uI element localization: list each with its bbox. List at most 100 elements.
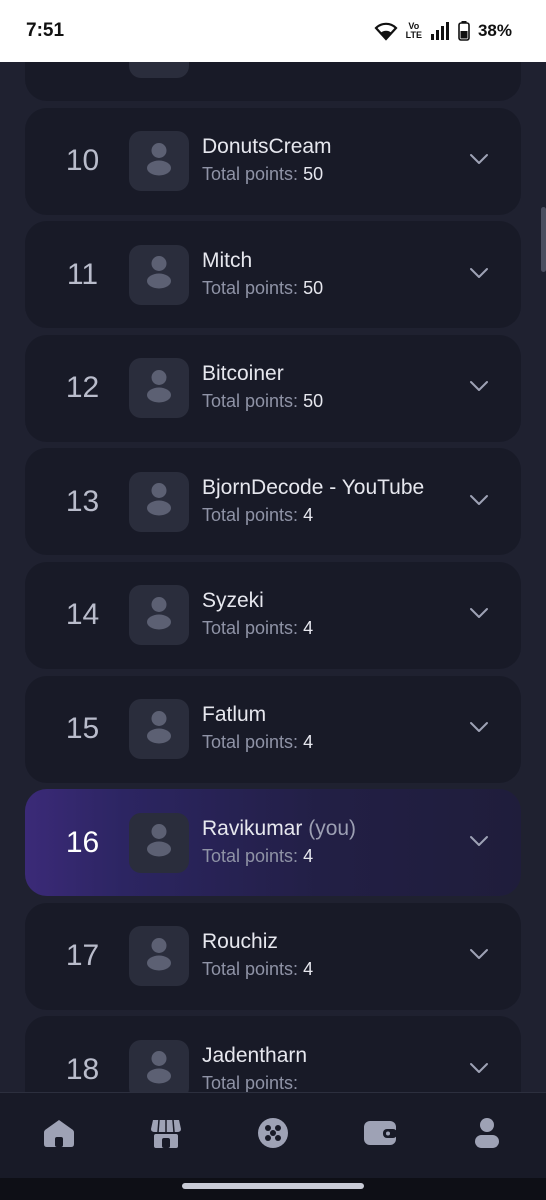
user-placeholder-icon: [146, 823, 172, 862]
leaderboard-row[interactable]: 12 Bitcoiner Total points: 50: [25, 334, 521, 442]
user-info: Bitcoiner Total points: 50: [202, 361, 449, 415]
nav-profile-button[interactable]: [452, 1106, 522, 1166]
leaderboard-row[interactable]: 11 Mitch Total points: 50: [25, 221, 521, 329]
rank-number: 11: [66, 257, 99, 291]
nav-home-button[interactable]: [24, 1106, 94, 1166]
user-info: BjornDecode - YouTube Total points: 4: [202, 475, 449, 529]
points-value: 4: [303, 845, 314, 866]
leaderboard-row[interactable]: 17 Rouchiz Total points: 4: [25, 902, 521, 1010]
chevron-down-icon: [469, 606, 489, 624]
expand-button[interactable]: [449, 379, 509, 397]
user-info: Jadentharn Total points:: [202, 1043, 449, 1092]
rank-number: 12: [65, 371, 100, 405]
wallet-icon: [363, 1119, 397, 1152]
rank-number: 10: [65, 144, 100, 178]
avatar: [129, 926, 189, 987]
user-name: Bitcoiner: [202, 361, 449, 387]
volte-indicator: Vo LTE: [405, 21, 422, 40]
expand-button[interactable]: [449, 493, 509, 511]
leaderboard-row-current-user[interactable]: 16 Ravikumar (you) Total points: 4: [25, 789, 521, 897]
rank-number: 14: [65, 598, 100, 632]
chevron-down-icon: [469, 379, 489, 397]
nav-games-button[interactable]: [238, 1106, 308, 1166]
user-info: DonutsCream Total points: 50: [202, 134, 449, 188]
points-label: Total points:: [202, 618, 299, 639]
avatar: [129, 812, 189, 873]
total-points: Total points: 4: [202, 614, 449, 642]
user-name-text: DonutsCream: [202, 135, 332, 159]
user-placeholder-icon: [146, 255, 172, 294]
leaderboard-row[interactable]: 10 DonutsCream Total points: 50: [25, 107, 521, 215]
user-info: Rouchiz Total points: 4: [202, 929, 449, 983]
leaderboard-row[interactable]: 15 Fatlum Total points: 4: [25, 675, 521, 783]
expand-button[interactable]: [449, 606, 509, 624]
points-value: 4: [303, 732, 314, 753]
nav-wallet-button[interactable]: [345, 1106, 415, 1166]
points-label: Total points:: [202, 504, 299, 525]
user-name-text: BjornDecode - YouTube: [202, 475, 425, 499]
user-name-text: Bitcoiner: [202, 362, 284, 386]
points-label: Total points:: [202, 164, 299, 185]
user-name-text: Ravikumar: [202, 816, 303, 840]
total-points: Total points: 4: [202, 501, 449, 529]
expand-button[interactable]: [449, 266, 509, 284]
user-placeholder-icon: [146, 1050, 172, 1089]
user-placeholder-icon: [146, 937, 172, 976]
points-value: 50: [303, 164, 324, 185]
games-icon: [257, 1117, 289, 1154]
rank-number: 13: [65, 484, 100, 518]
expand-button[interactable]: [449, 152, 509, 170]
points-value: 4: [303, 504, 314, 525]
leaderboard-row[interactable]: 18 Jadentharn Total points:: [25, 1016, 521, 1092]
points-value: 4: [303, 959, 314, 980]
points-label: Total points:: [202, 732, 299, 753]
user-info: Fatlum Total points: 4: [202, 702, 449, 756]
leaderboard-row[interactable]: 9Total points: 50: [25, 62, 521, 101]
total-points: Total points:: [202, 1069, 449, 1092]
battery-percent: 38%: [477, 21, 512, 40]
leaderboard-row[interactable]: 14 Syzeki Total points: 4: [25, 561, 521, 669]
rank-number: 16: [65, 825, 100, 859]
user-name: Jadentharn: [202, 1043, 449, 1069]
expand-button[interactable]: [449, 720, 509, 738]
expand-button[interactable]: [449, 1061, 509, 1079]
status-icons: Vo LTE 38%: [374, 21, 512, 41]
avatar: [129, 1039, 189, 1092]
user-info: Ravikumar (you) Total points: 4: [202, 816, 449, 870]
scrollbar[interactable]: [541, 207, 546, 272]
user-name: Ravikumar (you): [202, 816, 449, 842]
gesture-area: [0, 1178, 546, 1200]
points-label: Total points:: [202, 277, 299, 298]
user-name-text: Syzeki: [202, 589, 264, 613]
chevron-down-icon: [469, 720, 489, 738]
expand-button[interactable]: [449, 834, 509, 852]
leaderboard-row[interactable]: 13 BjornDecode - YouTube Total points: 4: [25, 448, 521, 556]
store-icon: [150, 1117, 182, 1154]
profile-icon: [474, 1117, 500, 1154]
user-placeholder-icon: [146, 710, 172, 749]
user-placeholder-icon: [146, 369, 172, 408]
expand-button[interactable]: [449, 947, 509, 965]
chevron-down-icon: [469, 1061, 489, 1079]
user-info: Mitch Total points: 50: [202, 248, 449, 302]
points-value: 50: [303, 391, 324, 412]
total-points: Total points: 50: [202, 274, 449, 302]
leaderboard-rows: 9Total points: 5010DonutsCreamTotal poin…: [25, 62, 521, 1092]
rank-number: 17: [65, 939, 100, 973]
signal-icon: [430, 22, 450, 40]
user-placeholder-icon: [146, 62, 172, 67]
avatar: [129, 585, 189, 646]
avatar: [129, 62, 189, 78]
wifi-icon: [374, 21, 398, 41]
user-name-text: Mitch: [202, 248, 253, 272]
chevron-down-icon: [469, 493, 489, 511]
total-points: Total points: 50: [202, 160, 449, 188]
nav-store-button[interactable]: [131, 1106, 201, 1166]
you-label: (you): [308, 816, 357, 840]
total-points: Total points: 4: [202, 728, 449, 756]
total-points: Total points: 4: [202, 842, 449, 870]
points-label: Total points:: [202, 959, 299, 980]
avatar: [129, 131, 189, 192]
leaderboard-list[interactable]: 9Total points: 5010DonutsCreamTotal poin…: [0, 62, 546, 1092]
home-gesture-bar[interactable]: [182, 1183, 364, 1189]
